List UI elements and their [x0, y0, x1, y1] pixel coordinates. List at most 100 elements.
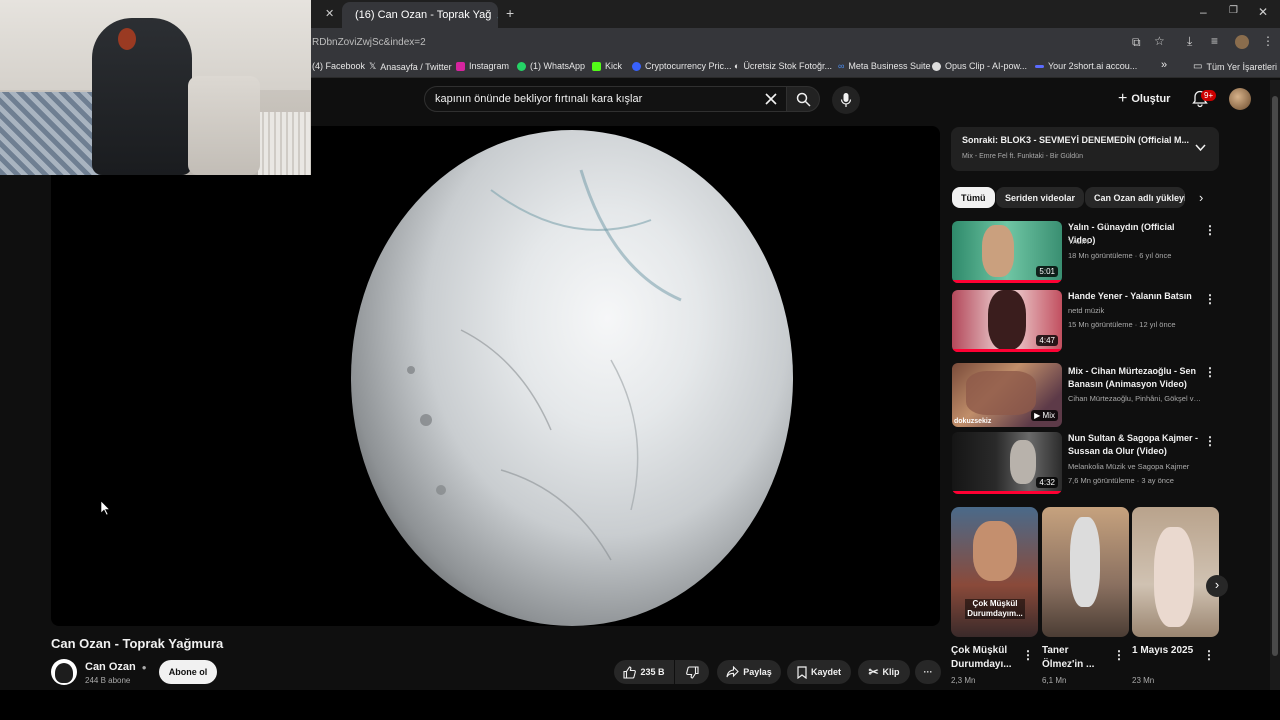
bookmarks-folder[interactable]: ▭ Tüm Yer İşaretleri [1193, 61, 1277, 72]
browser-tab-active[interactable]: (16) Can Ozan - Toprak Yağ 🔊 ✕ [342, 2, 498, 28]
video-thumbnail[interactable]: dokuzsekiz ▶ Mix [952, 363, 1062, 427]
tab-close-icon[interactable]: ✕ [325, 7, 334, 20]
short-title[interactable]: Çok Müşkül Durumdayı... [951, 644, 1021, 672]
clear-search-icon[interactable] [765, 93, 777, 105]
recommendation-item[interactable]: dokuzsekiz ▶ Mix Mix - Cihan Mürtezaoğlu… [952, 363, 1220, 429]
video-thumbnail[interactable]: 4:32 [952, 432, 1062, 494]
bookmark-stock-photo[interactable]: ◐ Ücretsiz Stok Fotoğr... [734, 61, 832, 71]
thumbnail-label: dokuzsekiz [954, 418, 992, 425]
search-input[interactable]: kapının önünde bekliyor fırtınalı kara k… [435, 93, 642, 105]
short-title[interactable]: 1 Mayıs 2025 [1132, 644, 1202, 658]
bookmark-opus-clip[interactable]: Opus Clip - AI-pow... [932, 61, 1027, 71]
bookmark-kick[interactable]: Kick [592, 61, 622, 71]
video-thumbnail[interactable]: 5:01 [952, 221, 1062, 283]
thumbnail-face [1010, 440, 1036, 484]
more-options-icon[interactable]: ⋮ [1204, 434, 1216, 448]
watch-progress-bar [952, 491, 1062, 494]
dislike-button[interactable] [675, 660, 709, 684]
thumbnail-face [988, 290, 1026, 350]
recommendation-item[interactable]: 4:47 Hande Yener - Yalanın Batsın netd m… [952, 290, 1220, 356]
new-tab-icon[interactable]: + [506, 5, 514, 21]
short-thumbnail[interactable]: Çok Müşkül Durumdayım... [951, 507, 1038, 637]
download-icon[interactable]: ⤓ [1187, 34, 1192, 49]
url-field[interactable]: RDbnZoviZwjSc&index=2 [312, 37, 426, 48]
video-player[interactable] [51, 126, 940, 626]
bookmark-crypto[interactable]: Cryptocurrency Pric... [632, 61, 732, 71]
more-options-icon[interactable]: ⋮ [1204, 365, 1216, 379]
recommendation-meta: 7,6 Mn görüntüleme · 3 ay önce [1068, 476, 1174, 485]
chip-all[interactable]: Tümü [952, 187, 995, 208]
share-icon [726, 666, 740, 678]
media-icon[interactable]: ≡ [1211, 34, 1218, 48]
short-thumbnail[interactable] [1042, 507, 1129, 637]
profile-avatar[interactable] [1235, 35, 1249, 49]
screen-bottom-bar [0, 690, 1280, 720]
star-icon[interactable]: ☆ [1154, 34, 1165, 48]
short-views: 2,3 Mn [951, 676, 976, 685]
recommendation-item[interactable]: 4:32 Nun Sultan & Sagopa Kajmer - Sussan… [952, 432, 1220, 498]
more-options-icon[interactable]: ⋮ [1204, 223, 1216, 237]
bookmarks-more-icon[interactable]: » [1161, 59, 1167, 71]
mix-icon: ▶ [1034, 411, 1043, 420]
duration-badge: 5:01 [1036, 266, 1058, 277]
up-next-subtitle: Mix - Emre Fel ft. Funktaki - Bir Güldün [962, 153, 1083, 160]
webcam-overlay [0, 0, 311, 175]
mouse-cursor-icon [101, 501, 111, 516]
recommendation-channel: Cihan Mürtezaoğlu, Pinhâni, Gökşel ve d.… [1068, 394, 1204, 403]
more-options-icon[interactable]: ⋮ [1022, 648, 1034, 662]
account-avatar[interactable] [1229, 88, 1251, 110]
chip-uploader[interactable]: Can Ozan adlı yükleyi [1085, 187, 1185, 208]
search-icon [796, 92, 811, 107]
channel-avatar[interactable] [51, 659, 77, 685]
up-next-card[interactable]: Sonraki: BLOK3 - SEVMEYİ DENEMEDİN (Offi… [951, 127, 1219, 171]
scrollbar-thumb[interactable] [1272, 96, 1278, 656]
chevron-down-icon[interactable] [1195, 144, 1206, 152]
duration-badge: 4:32 [1036, 477, 1058, 488]
create-button[interactable]: + Oluştur [1118, 88, 1170, 110]
more-options-icon[interactable]: ⋮ [1113, 648, 1125, 662]
video-frame-moon [351, 130, 793, 626]
thumbs-down-icon [685, 665, 699, 679]
search-box[interactable]: kapının önünde bekliyor fırtınalı kara k… [424, 86, 790, 112]
voice-search-button[interactable] [832, 86, 860, 114]
bookmark-2short[interactable]: Your 2short.ai accou... [1035, 61, 1137, 71]
more-options-icon[interactable]: ⋮ [1204, 292, 1216, 306]
more-actions-button[interactable]: ··· [915, 660, 941, 684]
short-title[interactable]: Taner Ölmez'in ... [1042, 644, 1112, 672]
more-horizontal-icon: ··· [923, 667, 933, 677]
channel-name[interactable]: Can Ozan ● [85, 661, 147, 673]
recommendation-item[interactable]: 5:01 Yalın - Günaydın (Official Video) Y… [952, 221, 1220, 287]
clip-button[interactable]: ✂ Klip [858, 660, 910, 684]
menu-icon[interactable]: ⋮ [1262, 34, 1274, 48]
short-thumbnail[interactable] [1132, 507, 1219, 637]
up-next-title: Sonraki: BLOK3 - SEVMEYİ DENEMEDİN (Offi… [962, 135, 1190, 145]
bookmark-whatsapp[interactable]: (1) WhatsApp [517, 61, 585, 71]
short-views: 23 Mn [1132, 676, 1155, 685]
moon-surface-texture [407, 169, 682, 561]
subscribe-button[interactable]: Abone ol [159, 660, 217, 684]
speaker-icon[interactable]: 🔊 [497, 10, 498, 21]
mix-badge: ▶ Mix [1031, 410, 1058, 421]
search-button[interactable] [786, 86, 820, 112]
close-window-icon[interactable]: ✕ [1258, 5, 1268, 19]
bookmark-twitter[interactable]: 𝕏 Anasayfa / Twitter [369, 61, 452, 72]
like-button[interactable]: 235 B [614, 660, 674, 684]
more-options-icon[interactable]: ⋮ [1203, 648, 1215, 662]
instagram-icon [456, 61, 465, 71]
bookmark-facebook[interactable]: (4) Facebook [312, 61, 365, 71]
chips-next-chevron-icon[interactable]: › [1199, 190, 1203, 205]
shorts-next-button[interactable]: › [1206, 575, 1228, 597]
chip-series-videos[interactable]: Seriden videolar [996, 187, 1085, 208]
video-thumbnail[interactable]: 4:47 [952, 290, 1062, 352]
bookmark-instagram[interactable]: Instagram [456, 61, 509, 71]
save-button[interactable]: Kaydet [787, 660, 851, 684]
short-overlay-text: Çok Müşkül Durumdayım... [965, 599, 1025, 619]
restore-icon[interactable]: ❐ [1229, 5, 1238, 16]
short-face [1154, 527, 1194, 627]
bookmark-meta[interactable]: ∞ Meta Business Suite [838, 61, 930, 71]
recommendation-channel: netd müzik [1068, 306, 1105, 315]
verified-icon: ● [141, 663, 147, 672]
cast-icon[interactable]: ⧉ [1132, 35, 1141, 50]
share-button[interactable]: Paylaş [717, 660, 781, 684]
minimize-icon[interactable]: – [1200, 5, 1207, 19]
